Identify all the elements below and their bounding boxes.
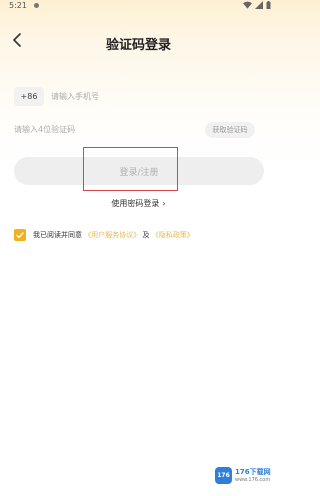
status-icons — [243, 1, 271, 9]
check-icon — [16, 231, 24, 238]
signal-icon — [255, 1, 263, 9]
watermark-logo: 176 — [215, 467, 232, 484]
privacy-policy-link[interactable]: 《隐私政策》 — [152, 231, 194, 239]
status-time: 5:21 — [9, 1, 27, 10]
agreement-checkbox[interactable] — [14, 229, 26, 241]
country-code-selector[interactable]: +86 — [14, 87, 44, 106]
site-watermark: 176 176下载网 www.176.com — [215, 467, 271, 484]
notification-dot-icon — [34, 3, 39, 8]
agreement-joiner: 及 — [142, 231, 150, 239]
wifi-icon — [243, 1, 252, 9]
login-register-button[interactable]: 登录/注册 — [14, 157, 264, 185]
phone-input[interactable] — [51, 87, 256, 106]
agreement-prefix: 我已阅读并同意 — [33, 231, 82, 239]
page-title: 验证码登录 — [105, 38, 171, 53]
watermark-title: 176下载网 — [235, 467, 271, 476]
user-agreement-link[interactable]: 《用户服务协议》 — [84, 231, 140, 239]
verification-code-input[interactable] — [14, 120, 194, 139]
get-code-button[interactable]: 获取验证码 — [205, 122, 255, 138]
agreement-text: 我已阅读并同意 《用户服务协议》 及 《隐私政策》 — [33, 229, 268, 241]
chevron-right-icon: › — [162, 199, 166, 208]
password-login-link[interactable]: 使用密码登录 › — [0, 198, 277, 209]
battery-icon — [266, 1, 271, 9]
password-login-label[interactable]: 使用密码登录 — [111, 198, 159, 209]
watermark-url: www.176.com — [235, 476, 271, 483]
